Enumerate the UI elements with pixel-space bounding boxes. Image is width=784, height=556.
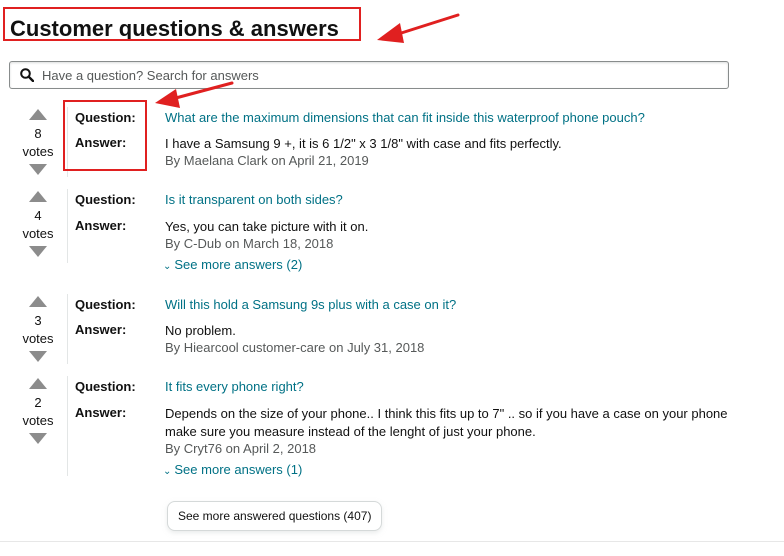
divider [67, 294, 68, 364]
question-label: Question: [75, 192, 136, 207]
upvote-icon[interactable] [29, 191, 47, 202]
answer-byline: By C-Dub on March 18, 2018 [165, 236, 334, 251]
vote-widget: 8 votes [14, 109, 62, 175]
vote-widget: 2 votes [14, 378, 62, 444]
chevron-down-icon: ⌄ [163, 466, 172, 477]
upvote-icon[interactable] [29, 296, 47, 307]
see-more-answers-link[interactable]: ⌄ See more answers (1) [163, 462, 302, 477]
answer-label: Answer: [75, 218, 127, 233]
see-more-questions-button[interactable]: See more answered questions (407) [167, 501, 383, 531]
vote-count: 2 [34, 395, 42, 410]
answer-text: Yes, you can take picture with it on. [165, 219, 369, 234]
question-label: Question: [75, 297, 136, 312]
answer-byline: By Cryt76 on April 2, 2018 [165, 441, 317, 456]
vote-widget: 4 votes [14, 191, 62, 257]
question-label: Question: [75, 379, 136, 394]
upvote-icon[interactable] [29, 378, 47, 389]
annotation-box-title [3, 7, 361, 41]
search-input[interactable] [40, 66, 728, 84]
answer-byline: By Maelana Clark on April 21, 2019 [165, 153, 369, 168]
see-more-answers-link[interactable]: ⌄ See more answers (2) [163, 257, 302, 272]
divider [67, 189, 68, 263]
votes-label: votes [22, 331, 54, 346]
see-more-answers-label: See more answers (1) [174, 462, 303, 477]
answer-text: I have a Samsung 9 +, it is 6 1/2" x 3 1… [165, 136, 562, 151]
answer-label: Answer: [75, 405, 127, 420]
answer-byline: By Hiearcool customer-care on July 31, 2… [165, 340, 425, 355]
see-more-answers-label: See more answers (2) [174, 257, 303, 272]
search-box[interactable] [9, 61, 729, 89]
question-link[interactable]: Is it transparent on both sides? [165, 192, 343, 207]
answer-text: Depends on the size of your phone.. I th… [165, 406, 728, 439]
answer-text: No problem. [165, 323, 236, 338]
downvote-icon[interactable] [29, 351, 47, 362]
question-link[interactable]: It fits every phone right? [165, 379, 304, 394]
divider [0, 541, 784, 542]
downvote-icon[interactable] [29, 246, 47, 257]
votes-label: votes [22, 226, 54, 241]
divider [67, 376, 68, 476]
vote-widget: 3 votes [14, 296, 62, 362]
question-link[interactable]: What are the maximum dimensions that can… [165, 110, 645, 125]
annotation-arrow-title [377, 13, 460, 43]
votes-label: votes [22, 413, 54, 428]
vote-count: 3 [34, 313, 42, 328]
annotation-box-labels [63, 100, 147, 171]
question-link[interactable]: Will this hold a Samsung 9s plus with a … [165, 297, 456, 312]
chevron-down-icon: ⌄ [163, 261, 172, 272]
votes-label: votes [22, 144, 54, 159]
downvote-icon[interactable] [29, 164, 47, 175]
downvote-icon[interactable] [29, 433, 47, 444]
search-icon [20, 68, 35, 83]
vote-count: 4 [34, 208, 42, 223]
vote-count: 8 [34, 126, 42, 141]
upvote-icon[interactable] [29, 109, 47, 120]
answer-label: Answer: [75, 322, 127, 337]
